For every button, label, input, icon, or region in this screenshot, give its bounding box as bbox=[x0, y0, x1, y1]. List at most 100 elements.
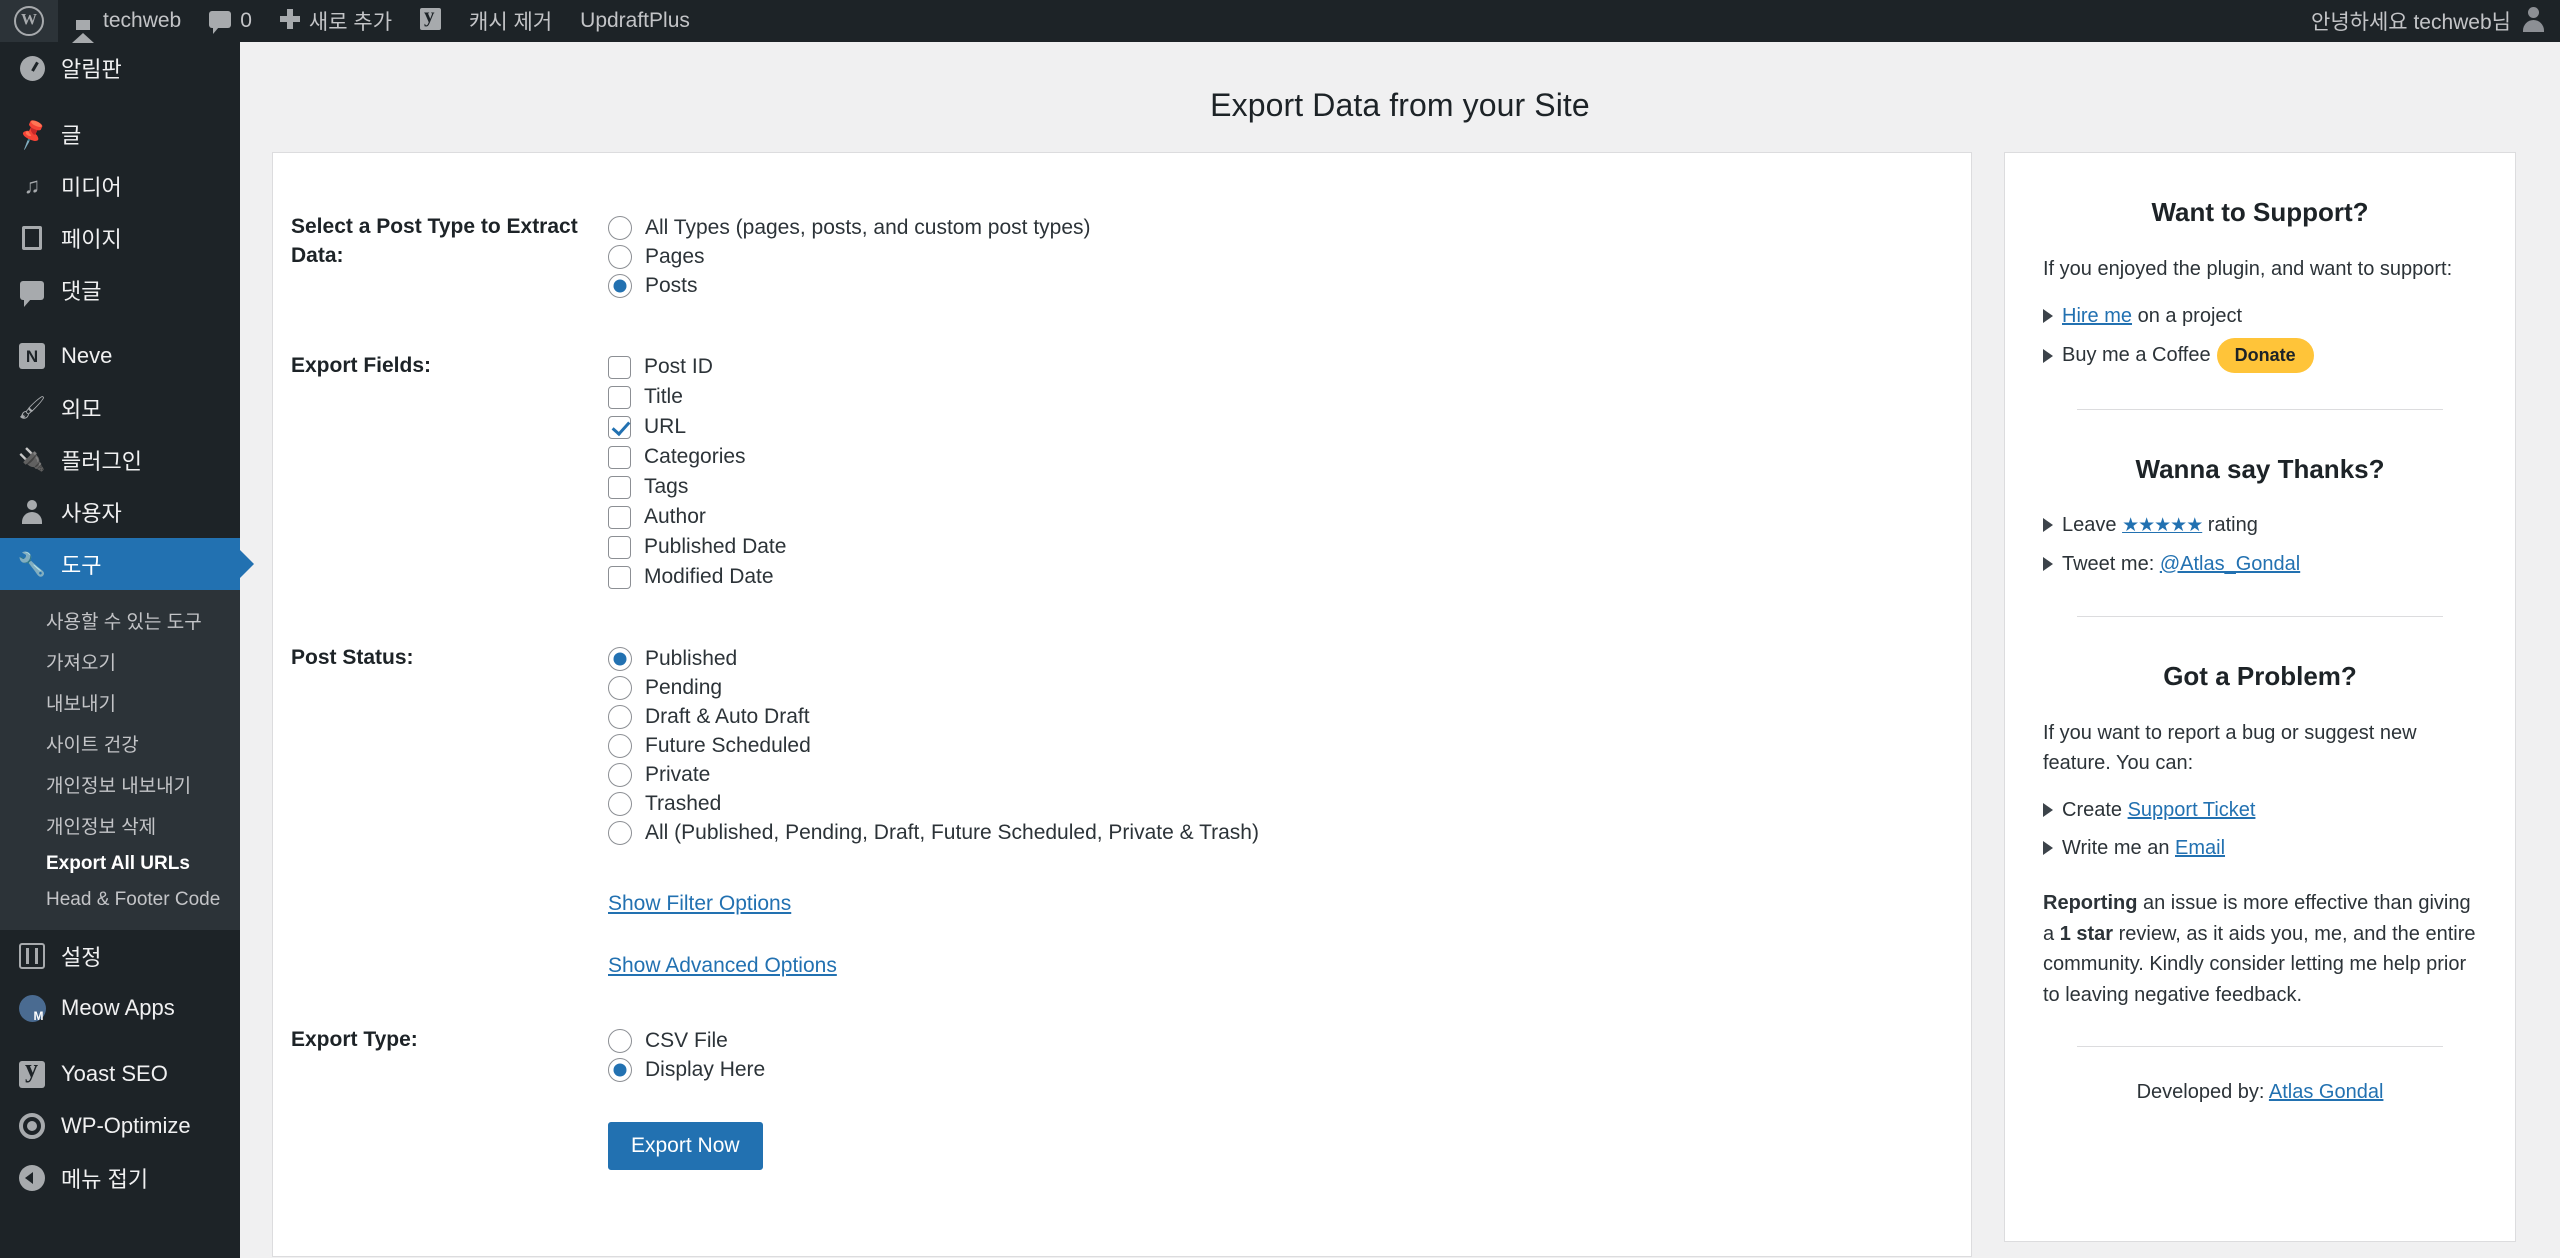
checkbox-input[interactable] bbox=[608, 475, 631, 499]
submenu-item-head-footer-code[interactable]: Head & Footer Code bbox=[0, 882, 240, 918]
option-label: Title bbox=[644, 385, 683, 408]
radio-display-here[interactable]: Display Here bbox=[608, 1055, 1971, 1084]
submit-row: Export Now bbox=[273, 1122, 1971, 1170]
radio-draft-auto-draft[interactable]: Draft & Auto Draft bbox=[608, 702, 1971, 731]
site-name-menu[interactable]: techweb bbox=[58, 0, 195, 43]
radio-posts[interactable]: Posts bbox=[608, 271, 1971, 300]
radio-input[interactable] bbox=[608, 646, 632, 671]
my-account-menu[interactable]: 안녕하세요 techweb님 bbox=[2297, 0, 2560, 42]
submenu-item-export[interactable]: 내보내기 bbox=[0, 682, 240, 723]
sidebar-item-yoast-seo[interactable]: Yoast SEO bbox=[0, 1048, 240, 1100]
radio-future-scheduled[interactable]: Future Scheduled bbox=[608, 731, 1971, 760]
hire-me-link[interactable]: Hire me bbox=[2062, 305, 2132, 327]
radio-all-types[interactable]: All Types (pages, posts, and custom post… bbox=[608, 213, 1971, 242]
radio-published[interactable]: Published bbox=[608, 644, 1971, 673]
reporting-paragraph: Reporting an issue is more effective tha… bbox=[2043, 888, 2477, 1010]
problem-intro-text: If you want to report a bug or suggest n… bbox=[2043, 721, 2417, 774]
radio-input[interactable] bbox=[608, 791, 632, 816]
submenu-item-available-tools[interactable]: 사용할 수 있는 도구 bbox=[0, 600, 240, 641]
sidebar-item-users[interactable]: 사용자 bbox=[0, 486, 240, 538]
want-to-support-heading: Want to Support? bbox=[2151, 197, 2369, 227]
checkbox-published-date[interactable]: Published Date bbox=[608, 532, 1971, 562]
sidebar-item-wp-optimize[interactable]: WP-Optimize bbox=[0, 1100, 240, 1152]
checkbox-input[interactable] bbox=[608, 385, 631, 409]
radio-trashed[interactable]: Trashed bbox=[608, 789, 1971, 818]
submenu-item-export-all-urls[interactable]: Export All URLs bbox=[0, 846, 240, 882]
support-ticket-link[interactable]: Support Ticket bbox=[2128, 799, 2256, 821]
radio-input[interactable] bbox=[608, 273, 632, 298]
radio-input[interactable] bbox=[608, 215, 632, 240]
radio-input[interactable] bbox=[608, 1057, 632, 1082]
developer-link[interactable]: Atlas Gondal bbox=[2269, 1081, 2384, 1103]
updraftplus-menu[interactable]: UpdraftPlus bbox=[566, 0, 704, 42]
checkbox-tags[interactable]: Tags bbox=[608, 472, 1971, 502]
comments-menu[interactable]: 0 bbox=[195, 0, 266, 42]
collapse-menu-button[interactable]: 메뉴 접기 bbox=[0, 1152, 240, 1204]
sidebar-item-neve[interactable]: Neve bbox=[0, 330, 240, 382]
checkbox-post-id[interactable]: Post ID bbox=[608, 352, 1971, 382]
post-status-options: Published Pending Draft & Auto Draft Fut… bbox=[608, 644, 1971, 847]
donate-button[interactable]: Donate bbox=[2216, 338, 2314, 374]
option-label: Post ID bbox=[644, 355, 713, 378]
checkbox-input[interactable] bbox=[608, 415, 631, 439]
radio-input[interactable] bbox=[608, 675, 632, 700]
radio-input[interactable] bbox=[608, 244, 632, 269]
sidebar-item-posts[interactable]: 📌 글 bbox=[0, 108, 240, 160]
buy-coffee-text: Buy me a Coffee bbox=[2062, 344, 2211, 367]
clear-cache-menu[interactable]: 캐시 제거 bbox=[455, 0, 566, 42]
radio-input[interactable] bbox=[608, 1028, 632, 1053]
new-content-menu[interactable]: 새로 추가 bbox=[266, 0, 406, 42]
sidebar-item-plugins[interactable]: 🔌 플러그인 bbox=[0, 434, 240, 486]
checkbox-title[interactable]: Title bbox=[608, 382, 1971, 412]
radio-private[interactable]: Private bbox=[608, 760, 1971, 789]
yoast-seo-menu[interactable] bbox=[406, 0, 455, 42]
sidebar-item-meow-apps[interactable]: Meow Apps bbox=[0, 982, 240, 1034]
list-item: Create Support Ticket bbox=[2043, 794, 2477, 826]
sidebar-item-dashboard[interactable]: 알림판 bbox=[0, 42, 240, 94]
wordpress-logo-icon bbox=[14, 6, 44, 36]
radio-input[interactable] bbox=[608, 820, 632, 845]
checkbox-url[interactable]: URL bbox=[608, 412, 1971, 442]
wordpress-logo-menu[interactable] bbox=[0, 0, 58, 42]
radio-pending[interactable]: Pending bbox=[608, 673, 1971, 702]
radio-input[interactable] bbox=[608, 762, 632, 787]
checkbox-input[interactable] bbox=[608, 565, 631, 589]
twitter-handle-link[interactable]: @Atlas_Gondal bbox=[2160, 553, 2300, 575]
checkbox-input[interactable] bbox=[608, 535, 631, 559]
checkbox-author[interactable]: Author bbox=[608, 502, 1971, 532]
checkbox-input[interactable] bbox=[608, 505, 631, 529]
radio-input[interactable] bbox=[608, 733, 632, 758]
email-link[interactable]: Email bbox=[2175, 837, 2225, 859]
arrow-bullet-icon bbox=[2043, 841, 2053, 856]
checkbox-input[interactable] bbox=[608, 355, 631, 379]
sidebar-item-pages[interactable]: 페이지 bbox=[0, 212, 240, 264]
checkbox-categories[interactable]: Categories bbox=[608, 442, 1971, 472]
thanks-list: Leave ★★★★★ rating Tweet me: @Atlas_Gond… bbox=[2043, 509, 2477, 579]
option-label: Pages bbox=[645, 244, 705, 268]
submenu-item-export-personal-data[interactable]: 개인정보 내보내기 bbox=[0, 764, 240, 805]
arrow-bullet-icon bbox=[2043, 803, 2053, 818]
radio-input[interactable] bbox=[608, 704, 632, 729]
export-fields-row: Export Fields: Post ID Title URL Categor… bbox=[273, 352, 1971, 592]
radio-csv-file[interactable]: CSV File bbox=[608, 1026, 1971, 1055]
advanced-options-row: Show Advanced Options bbox=[273, 954, 1971, 978]
submenu-item-site-health[interactable]: 사이트 건강 bbox=[0, 723, 240, 764]
export-now-button[interactable]: Export Now bbox=[608, 1122, 763, 1170]
submenu-item-import[interactable]: 가져오기 bbox=[0, 641, 240, 682]
sidebar-item-comments[interactable]: 댓글 bbox=[0, 264, 240, 316]
export-fields-options: Post ID Title URL Categories Tags Author… bbox=[608, 352, 1971, 592]
radio-pages[interactable]: Pages bbox=[608, 242, 1971, 271]
plugins-plug-icon: 🔌 bbox=[18, 447, 46, 472]
sidebar-item-appearance[interactable]: 🖌 외모 bbox=[0, 382, 240, 434]
show-advanced-options-link[interactable]: Show Advanced Options bbox=[608, 954, 837, 977]
sidebar-item-tools[interactable]: 🔧 도구 bbox=[0, 538, 240, 590]
sidebar-item-settings[interactable]: 설정 bbox=[0, 930, 240, 982]
checkbox-modified-date[interactable]: Modified Date bbox=[608, 562, 1971, 592]
sidebar-item-media[interactable]: ♫ 미디어 bbox=[0, 160, 240, 212]
radio-all-statuses[interactable]: All (Published, Pending, Draft, Future S… bbox=[608, 818, 1971, 847]
star-rating-link[interactable]: ★★★★★ bbox=[2122, 515, 2203, 536]
posts-pin-icon: 📌 bbox=[13, 116, 50, 151]
show-filter-options-link[interactable]: Show Filter Options bbox=[608, 892, 791, 915]
submenu-item-erase-personal-data[interactable]: 개인정보 삭제 bbox=[0, 805, 240, 846]
checkbox-input[interactable] bbox=[608, 445, 631, 469]
